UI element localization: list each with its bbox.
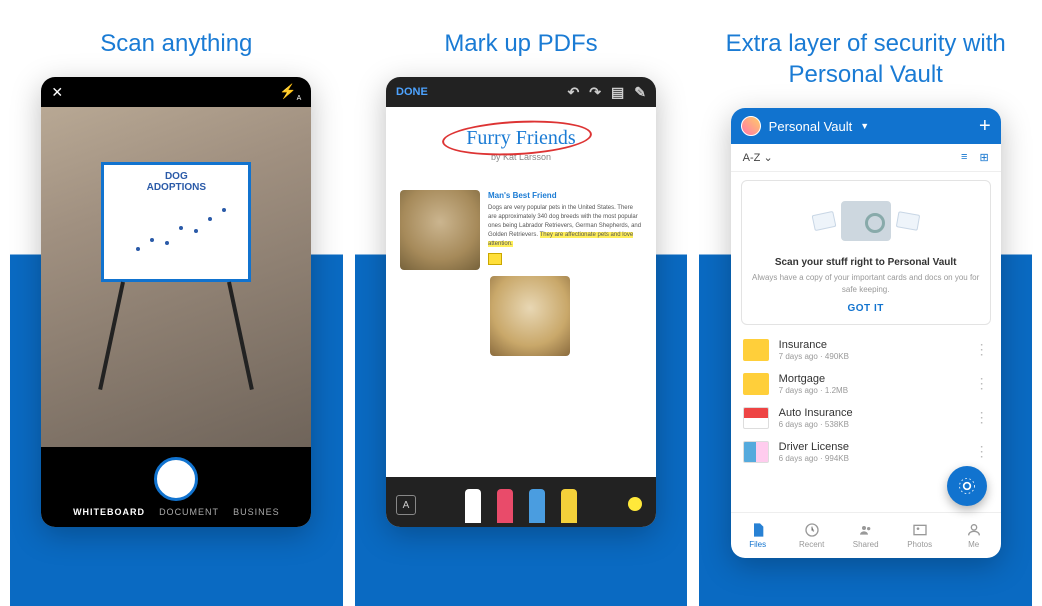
pen-blue[interactable] — [529, 489, 545, 523]
whiteboard: DOG ADOPTIONS — [101, 162, 251, 282]
phone-scan: ✕ ⚡A DOG ADOPTIONS — [41, 77, 311, 527]
article-text: Man's Best Friend Dogs are very popular … — [488, 190, 642, 270]
more-icon[interactable]: ⋮ — [975, 409, 989, 426]
camera-bottombar: WHITEBOARD DOCUMENT BUSINES — [41, 447, 311, 527]
promo-card: Scan your stuff right to Personal Vault … — [741, 180, 991, 324]
done-button[interactable]: DONE — [396, 86, 428, 98]
avatar[interactable] — [741, 116, 761, 136]
more-icon[interactable]: ⋮ — [975, 443, 989, 460]
nav-recent[interactable]: Recent — [785, 513, 839, 558]
file-row[interactable]: Auto Insurance6 days ago · 538KB ⋮ — [731, 401, 1001, 435]
article-heading: Man's Best Friend — [488, 190, 642, 202]
mode-document[interactable]: DOCUMENT — [159, 507, 219, 517]
doc-title: Furry Friends — [400, 127, 642, 150]
card-icon — [743, 441, 769, 463]
bottom-nav: Files Recent Shared Photos Me — [731, 512, 1001, 558]
keyboard-icon[interactable]: A — [396, 495, 416, 515]
dog-photo-2 — [490, 276, 570, 356]
file-meta: 6 days ago · 538KB — [779, 420, 853, 429]
vault-icon — [841, 201, 891, 241]
got-it-button[interactable]: GOT IT — [752, 303, 980, 314]
file-meta: 6 days ago · 994KB — [779, 454, 849, 463]
whiteboard-chart — [104, 197, 248, 257]
file-meta: 7 days ago · 1.2MB — [779, 386, 848, 395]
pen-yellow[interactable] — [561, 489, 577, 523]
undo-icon[interactable]: ↶ — [568, 84, 580, 101]
redo-icon[interactable]: ↷ — [589, 84, 601, 101]
panel-title: Mark up PDFs — [424, 0, 617, 77]
file-name: Insurance — [779, 339, 849, 351]
chevron-down-icon: ⌄ — [763, 152, 772, 164]
nav-me[interactable]: Me — [947, 513, 1001, 558]
sort-button[interactable]: A-Z ⌄ — [743, 151, 773, 164]
folder-icon — [743, 339, 769, 361]
image-icon — [911, 522, 929, 538]
panel-title: Scan anything — [80, 0, 272, 77]
sticky-note-icon[interactable] — [488, 253, 502, 265]
promo-heading: Scan your stuff right to Personal Vault — [752, 257, 980, 268]
more-icon[interactable]: ⋮ — [975, 375, 989, 392]
whiteboard-text2: ADOPTIONS — [104, 182, 248, 193]
phone-markup: DONE ↶ ↷ ▤ ✎ Furry Friends by Kat Larsso… — [386, 77, 656, 527]
nav-files[interactable]: Files — [731, 513, 785, 558]
promo-illustration — [752, 191, 980, 251]
sort-bar: A-Z ⌄ ≡ ⊞ — [731, 144, 1001, 172]
file-meta: 7 days ago · 490KB — [779, 352, 849, 361]
nav-shared[interactable]: Shared — [839, 513, 893, 558]
camera-viewport[interactable]: DOG ADOPTIONS — [41, 107, 311, 447]
camera-topbar: ✕ ⚡A — [41, 77, 311, 107]
file-name: Driver License — [779, 441, 849, 453]
grid-view-icon[interactable]: ⊞ — [979, 151, 988, 164]
erase-icon[interactable]: ✎ — [634, 84, 646, 101]
color-picker-dot[interactable] — [628, 497, 642, 511]
file-name: Auto Insurance — [779, 407, 853, 419]
mode-business[interactable]: BUSINES — [233, 507, 280, 517]
panel-title: Extra layer of security with Personal Va… — [699, 0, 1032, 108]
document-canvas[interactable]: Furry Friends by Kat Larsson Man's Best … — [386, 107, 656, 477]
vault-header: Personal Vault ▼ + — [731, 108, 1001, 144]
pen-red[interactable] — [497, 489, 513, 523]
file-row[interactable]: Insurance7 days ago · 490KB ⋮ — [731, 333, 1001, 367]
mode-whiteboard[interactable]: WHITEBOARD — [73, 507, 145, 517]
pen-white[interactable] — [465, 489, 481, 523]
file-row[interactable]: Driver License6 days ago · 994KB ⋮ — [731, 435, 1001, 469]
file-icon — [749, 522, 767, 538]
promo-subtext: Always have a copy of your important car… — [752, 272, 980, 294]
annotate-topbar: DONE ↶ ↷ ▤ ✎ — [386, 77, 656, 107]
nav-photos[interactable]: Photos — [893, 513, 947, 558]
camera-icon — [957, 476, 977, 496]
list-view-icon[interactable]: ≡ — [961, 151, 967, 164]
chevron-down-icon[interactable]: ▼ — [860, 121, 869, 131]
whiteboard-easel: DOG ADOPTIONS — [101, 162, 251, 392]
clock-icon — [803, 522, 821, 538]
note-icon[interactable]: ▤ — [611, 84, 624, 101]
close-icon[interactable]: ✕ — [51, 84, 63, 101]
flash-icon[interactable]: ⚡A — [279, 83, 301, 102]
scan-mode-strip[interactable]: WHITEBOARD DOCUMENT BUSINES — [73, 507, 280, 517]
file-name: Mortgage — [779, 373, 848, 385]
dog-photo-1 — [400, 190, 480, 270]
panel-scan: Scan anything ✕ ⚡A DOG ADOPTIONS — [10, 0, 343, 606]
shutter-button[interactable] — [154, 457, 198, 501]
more-icon[interactable]: ⋮ — [975, 341, 989, 358]
file-row[interactable]: Mortgage7 days ago · 1.2MB ⋮ — [731, 367, 1001, 401]
folder-icon — [743, 373, 769, 395]
pdf-icon — [743, 407, 769, 429]
pen-tray: A — [386, 477, 656, 527]
panel-vault: Extra layer of security with Personal Va… — [699, 0, 1032, 606]
vault-title[interactable]: Personal Vault — [769, 119, 853, 134]
panel-markup: Mark up PDFs DONE ↶ ↷ ▤ ✎ Furry Friends … — [355, 0, 688, 606]
scan-fab[interactable] — [947, 466, 987, 506]
phone-vault: Personal Vault ▼ + A-Z ⌄ ≡ ⊞ Scan your s… — [731, 108, 1001, 558]
add-button[interactable]: + — [979, 115, 991, 138]
person-icon — [965, 522, 983, 538]
people-icon — [857, 522, 875, 538]
article-block: Man's Best Friend Dogs are very popular … — [400, 190, 642, 270]
whiteboard-text1: DOG — [104, 171, 248, 182]
